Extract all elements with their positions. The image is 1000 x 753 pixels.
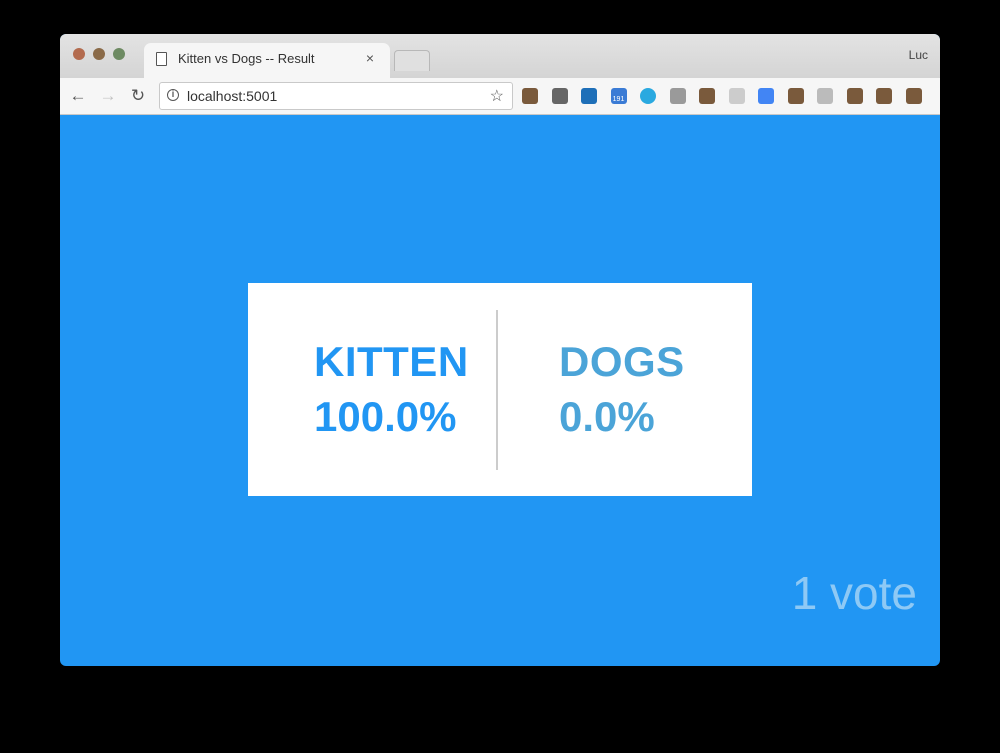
amazon-assistant-icon[interactable]: [522, 88, 538, 104]
clipboard-icon[interactable]: [817, 88, 833, 104]
result-card: KITTEN 100.0% DOGS 0.0%: [248, 283, 752, 496]
phone-icon[interactable]: [876, 88, 892, 104]
p-icon[interactable]: [787, 88, 804, 104]
kitten-label: KITTEN: [314, 338, 469, 385]
reload-icon[interactable]: ↻: [128, 86, 148, 106]
browser-window: Kitten vs Dogs -- Result × Luc ← → ↻ i l…: [60, 34, 940, 666]
tab-strip: Kitten vs Dogs -- Result × Luc: [60, 34, 940, 78]
tab-result[interactable]: Kitten vs Dogs -- Result ×: [144, 43, 390, 78]
drive-icon[interactable]: [669, 88, 686, 104]
tab-close-icon[interactable]: ×: [366, 50, 374, 66]
lock-icon[interactable]: [699, 88, 715, 104]
blue-circle-icon[interactable]: [640, 88, 656, 104]
back-arrow-icon[interactable]: ←: [68, 86, 88, 106]
ex-icon[interactable]: [728, 88, 745, 104]
profile-name[interactable]: Luc: [909, 48, 928, 62]
bookmark-star-icon[interactable]: ☆: [490, 86, 504, 106]
zoom-window-button[interactable]: [113, 48, 125, 60]
y-icon[interactable]: [581, 88, 597, 104]
tab-title: Kitten vs Dogs -- Result: [178, 51, 315, 66]
forward-arrow-icon[interactable]: →: [98, 86, 118, 106]
page-content: KITTEN 100.0% DOGS 0.0% 1 vote: [60, 114, 940, 666]
browser-toolbar: ← → ↻ i localhost:5001 ☆ 191: [60, 78, 940, 115]
close-window-button[interactable]: [73, 48, 85, 60]
new-tab-button[interactable]: [394, 50, 430, 71]
dogs-percent: 0.0%: [559, 393, 655, 440]
url-text[interactable]: localhost:5001: [187, 88, 277, 104]
site-info-icon[interactable]: i: [167, 89, 179, 101]
cast-icon[interactable]: [551, 88, 568, 104]
divider: [496, 310, 498, 470]
alert-icon[interactable]: [905, 88, 922, 104]
translate-icon[interactable]: [758, 88, 774, 104]
vote-count: 1 vote: [791, 567, 917, 619]
kitten-percent: 100.0%: [314, 393, 457, 440]
document-icon: [156, 52, 167, 66]
minimize-window-button[interactable]: [93, 48, 105, 60]
address-bar[interactable]: i localhost:5001 ☆: [159, 82, 513, 110]
counter-badge-icon[interactable]: 191: [610, 88, 627, 104]
dogs-label: DOGS: [559, 338, 685, 385]
diamond-icon[interactable]: [846, 88, 863, 104]
extension-badge-count: 191: [612, 96, 625, 103]
